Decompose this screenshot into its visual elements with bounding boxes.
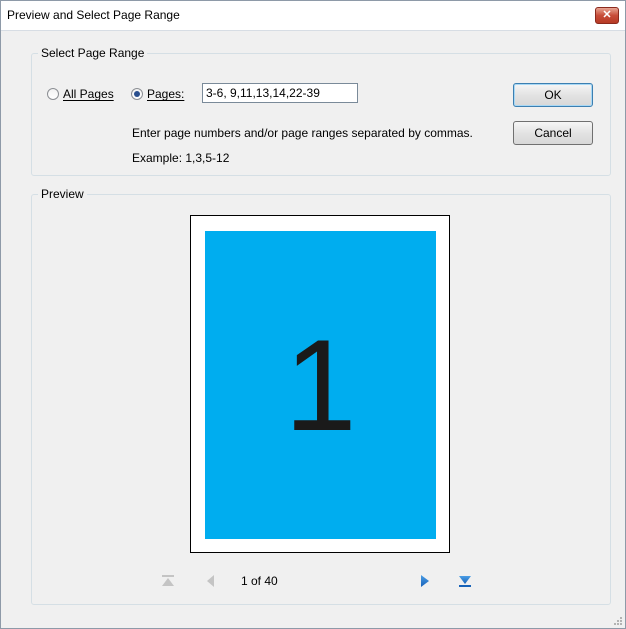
page-range-hint: Enter page numbers and/or page ranges se… [132, 126, 473, 140]
close-icon: ✕ [602, 9, 612, 21]
title-bar[interactable]: Preview and Select Page Range ✕ [1, 1, 625, 31]
select-page-range-group: Select Page Range [31, 46, 611, 176]
ok-button[interactable]: OK [513, 83, 593, 107]
pages-radio-indicator[interactable] [131, 88, 143, 100]
page-range-example: Example: 1,3,5-12 [132, 151, 230, 165]
select-page-range-legend: Select Page Range [41, 46, 145, 60]
all-pages-radio[interactable]: All Pages [47, 87, 114, 101]
resize-grip-icon[interactable] [613, 616, 623, 626]
first-page-icon[interactable] [160, 573, 176, 589]
dialog-window: Preview and Select Page Range ✕ Select P… [0, 0, 626, 629]
page-preview-content: 1 [205, 231, 436, 539]
next-page-icon[interactable] [417, 573, 433, 589]
cancel-button[interactable]: Cancel [513, 121, 593, 145]
last-page-icon[interactable] [457, 573, 473, 589]
pages-label: Pages: [147, 87, 185, 101]
pages-radio[interactable]: Pages: [131, 87, 184, 101]
pages-input[interactable] [202, 83, 358, 103]
window-title: Preview and Select Page Range [7, 8, 180, 22]
page-counter: 1 of 40 [241, 574, 278, 588]
all-pages-label: All Pages [63, 87, 114, 101]
page-preview-number: 1 [284, 312, 357, 458]
all-pages-radio-indicator[interactable] [47, 88, 59, 100]
page-preview: 1 [190, 215, 450, 553]
close-button[interactable]: ✕ [595, 7, 619, 24]
preview-legend: Preview [41, 187, 84, 201]
previous-page-icon[interactable] [203, 573, 219, 589]
